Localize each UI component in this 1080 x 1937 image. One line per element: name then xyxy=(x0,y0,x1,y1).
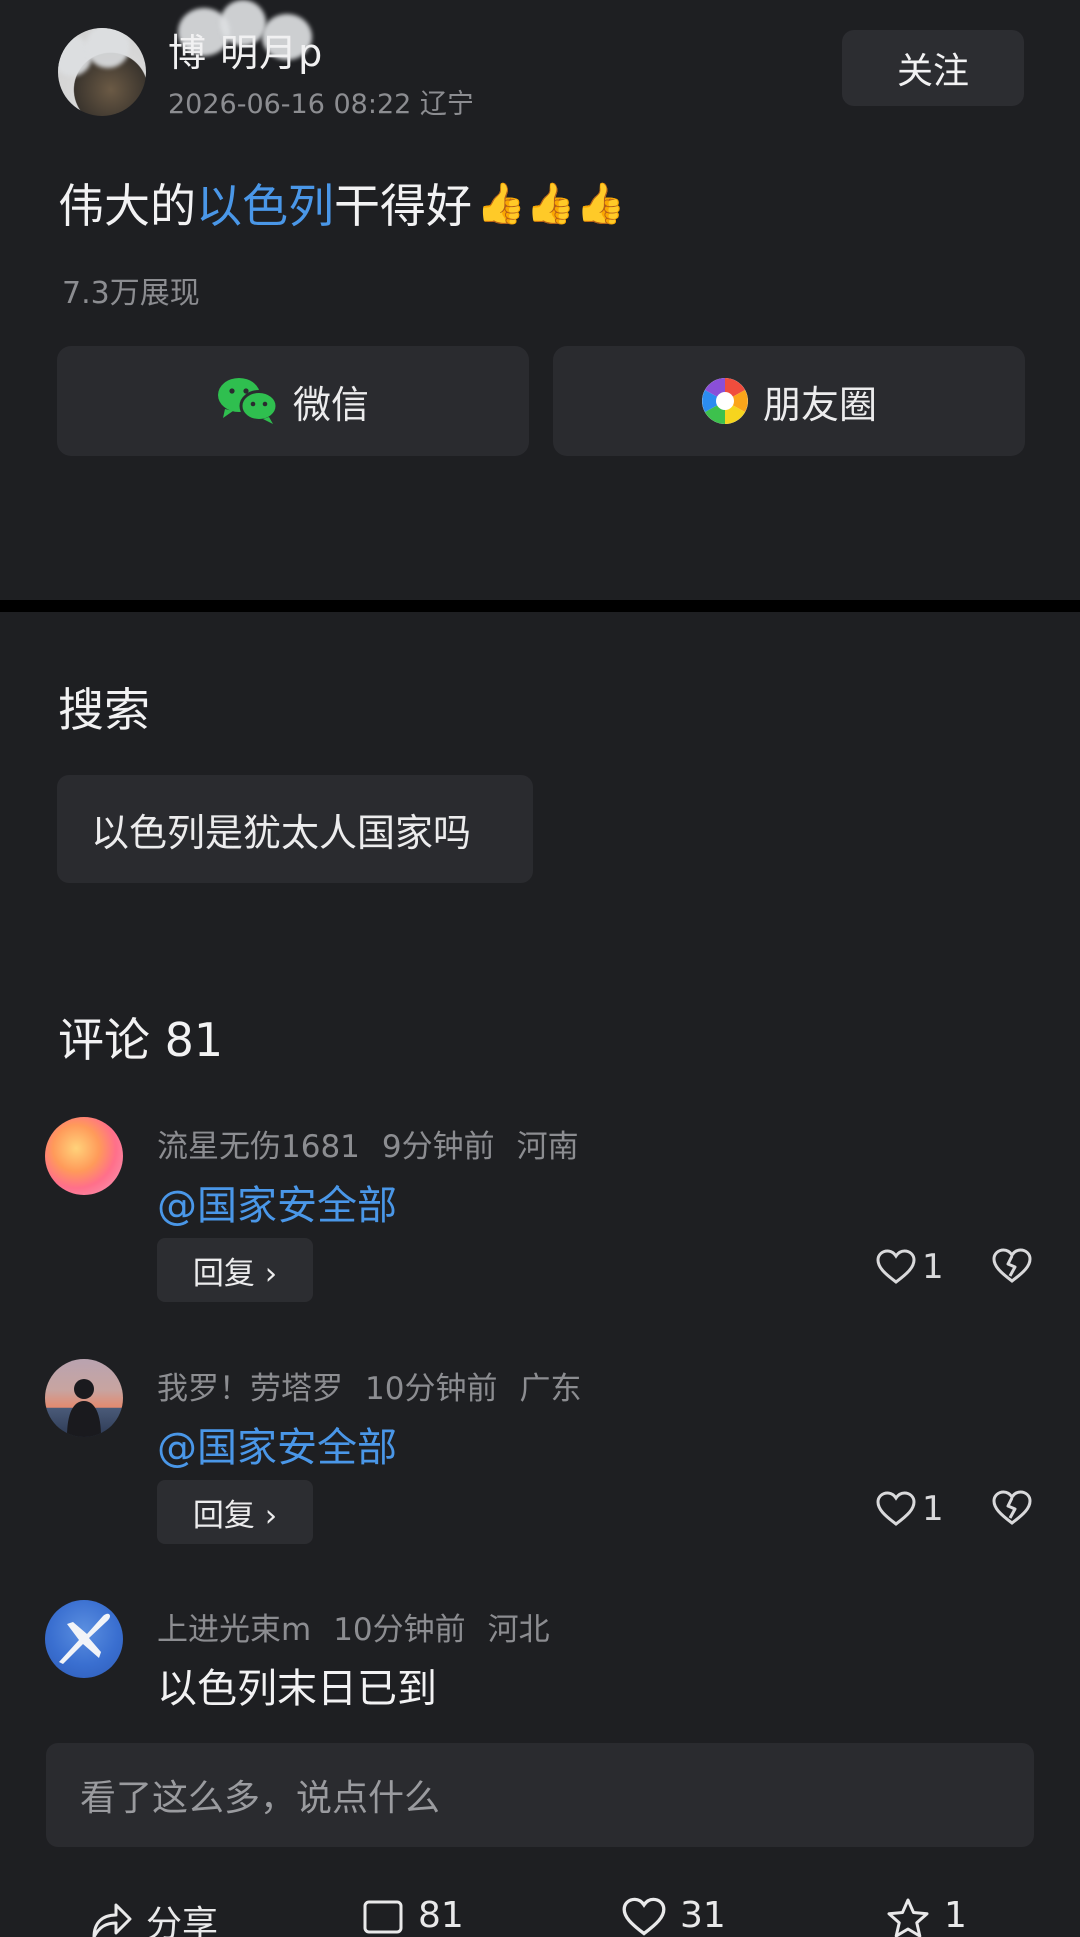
like-count: 1 xyxy=(922,1247,944,1287)
commenter-avatar[interactable] xyxy=(45,1117,123,1195)
heart-icon xyxy=(876,1249,916,1284)
section-divider xyxy=(0,600,1080,612)
author-avatar[interactable] xyxy=(58,28,146,116)
like-button[interactable]: 1 xyxy=(876,1489,944,1529)
comment-mention-link[interactable]: @国家安全部 xyxy=(157,1173,397,1231)
reply-button[interactable]: 回复 › xyxy=(157,1238,313,1302)
bottom-action-bar: 分享 81 31 1 xyxy=(0,1895,1080,1937)
post-card: 博 明月p 2026-06-16 08:22 辽宁 关注 伟大的 以色列 干得好… xyxy=(0,0,1080,600)
comment-mention-link[interactable]: @国家安全部 xyxy=(157,1415,397,1473)
comment-item: 我罗！劳塔罗 10分钟前 广东 @国家安全部 回复 › 1 xyxy=(0,1359,1080,1559)
favorite-action[interactable]: 1 xyxy=(886,1895,967,1937)
silhouette-figure xyxy=(67,1379,101,1437)
like-action[interactable]: 31 xyxy=(622,1895,726,1937)
broken-heart-icon[interactable] xyxy=(992,1490,1032,1526)
post-text-prefix: 伟大的 xyxy=(58,179,196,233)
author-name[interactable]: 博 明月p xyxy=(168,22,323,77)
share-wechat-label: 微信 xyxy=(292,382,369,427)
likes-action-count: 31 xyxy=(680,1895,726,1936)
broken-heart-icon[interactable] xyxy=(992,1248,1032,1284)
comment-location: 河北 xyxy=(487,1612,550,1648)
comment-meta: 我罗！劳塔罗 10分钟前 广东 xyxy=(157,1363,603,1408)
comment-time: 10分钟前 xyxy=(365,1371,498,1407)
like-count: 1 xyxy=(922,1489,944,1529)
commenter-avatar[interactable] xyxy=(45,1600,123,1678)
comment-icon xyxy=(363,1900,403,1934)
commenter-name[interactable]: 流星无伤1681 xyxy=(157,1129,360,1165)
comment-meta: 流星无伤1681 9分钟前 河南 xyxy=(157,1121,601,1166)
comment-time: 10分钟前 xyxy=(333,1612,466,1648)
star-icon xyxy=(887,1898,929,1937)
post-text-suffix: 干得好 xyxy=(334,179,472,233)
share-action-label: 分享 xyxy=(146,1904,219,1937)
thumbs-up-emoji: 👍👍👍 xyxy=(476,180,626,227)
comments-header: 评论 81 xyxy=(58,1013,224,1067)
comments-action-count: 81 xyxy=(418,1895,464,1936)
comment-location: 广东 xyxy=(519,1371,582,1407)
comment-meta: 上进光束m 10分钟前 河北 xyxy=(157,1604,572,1649)
comment-location: 河南 xyxy=(516,1129,579,1165)
follow-button[interactable]: 关注 xyxy=(842,30,1024,106)
heart-icon xyxy=(876,1491,916,1526)
post-topic-link[interactable]: 以色列 xyxy=(196,170,334,236)
moments-icon xyxy=(701,378,748,424)
view-count: 7.3万展现 xyxy=(62,276,200,311)
like-button[interactable]: 1 xyxy=(876,1247,944,1287)
share-wechat-button[interactable]: 微信 xyxy=(57,346,529,456)
share-moments-label: 朋友圈 xyxy=(762,382,877,427)
share-moments-button[interactable]: 朋友圈 xyxy=(553,346,1025,456)
share-icon xyxy=(92,1903,132,1937)
blur-mask xyxy=(86,28,130,68)
reply-button[interactable]: 回复 › xyxy=(157,1480,313,1544)
heart-icon xyxy=(622,1897,666,1936)
jet-icon xyxy=(59,1613,110,1664)
commenter-name[interactable]: 我罗！劳塔罗 xyxy=(157,1371,343,1407)
share-action[interactable]: 分享 xyxy=(88,1895,218,1937)
comment-time: 9分钟前 xyxy=(381,1129,495,1165)
post-detail-page: 博 明月p 2026-06-16 08:22 辽宁 关注 伟大的 以色列 干得好… xyxy=(0,0,1080,1937)
search-section-title: 搜索 xyxy=(58,683,150,737)
comment-text: 以色列末日已到 xyxy=(157,1666,437,1712)
comment-input[interactable]: 看了这么多，说点什么 xyxy=(46,1743,1034,1847)
commenter-name[interactable]: 上进光束m xyxy=(157,1612,311,1648)
post-text: 伟大的 以色列 干得好 👍👍👍 xyxy=(58,170,625,236)
commenter-avatar[interactable] xyxy=(45,1359,123,1437)
wechat-icon xyxy=(217,378,279,424)
comment-item: 流星无伤1681 9分钟前 河南 @国家安全部 回复 › 1 xyxy=(0,1117,1080,1317)
post-meta: 2026-06-16 08:22 辽宁 xyxy=(168,89,474,120)
search-suggestion-chip[interactable]: 以色列是犹太人国家吗 xyxy=(57,775,533,883)
comment-item: 上进光束m 10分钟前 河北 以色列末日已到 xyxy=(0,1600,1080,1720)
comments-action[interactable]: 81 xyxy=(362,1895,464,1937)
favorites-action-count: 1 xyxy=(944,1895,967,1936)
